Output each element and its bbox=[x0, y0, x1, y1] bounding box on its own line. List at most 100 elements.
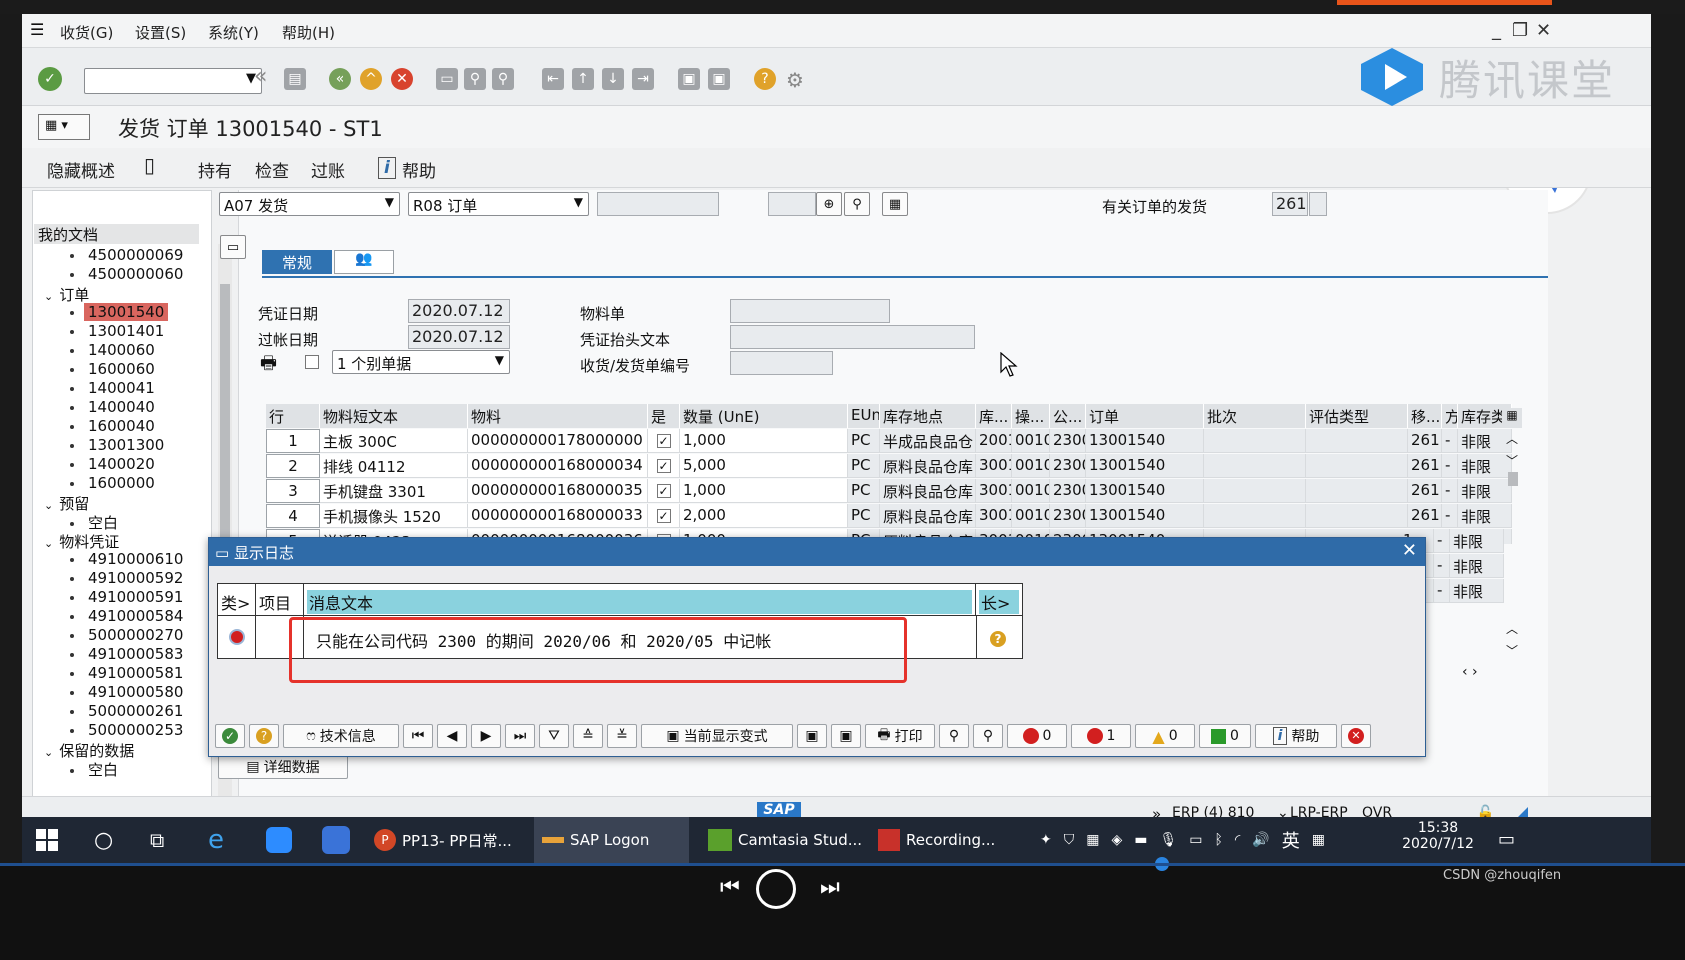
grid-cell[interactable]: 2300 bbox=[1050, 429, 1086, 453]
tree-item-1400060[interactable]: 1400060 bbox=[70, 341, 159, 359]
taskbar-recording[interactable]: Recording... bbox=[878, 817, 995, 863]
volume-icon[interactable]: 🔊 bbox=[1252, 832, 1269, 848]
tree-folder-orders[interactable]: ⌄ 订单 bbox=[44, 284, 89, 305]
row-selector[interactable]: 2 bbox=[266, 454, 320, 478]
grid-header[interactable]: 物料 bbox=[468, 404, 648, 428]
find-icon[interactable]: ⚲ bbox=[939, 724, 969, 748]
close-window-icon[interactable]: ✕ bbox=[1536, 20, 1551, 41]
grid-cell[interactable]: 0010 bbox=[1012, 429, 1050, 453]
task-view-icon[interactable]: ⧉ bbox=[150, 817, 164, 863]
grid-cell[interactable] bbox=[1204, 504, 1306, 528]
gear-icon[interactable]: ⚙ bbox=[786, 68, 804, 92]
col-type[interactable]: 类> bbox=[218, 584, 256, 616]
taskbar-camtasia[interactable]: Camtasia Stud... bbox=[708, 817, 862, 863]
minimize-icon[interactable]: _ bbox=[1492, 20, 1501, 41]
print-icon[interactable]: ▭ bbox=[436, 68, 458, 90]
grid-cell[interactable]: - bbox=[1442, 429, 1458, 453]
tab-general[interactable]: 常规 bbox=[262, 250, 332, 274]
command-field[interactable]: ▼ bbox=[84, 68, 262, 94]
first-icon[interactable]: ⏮ bbox=[403, 724, 433, 748]
next-icon[interactable]: ▶ bbox=[471, 724, 501, 748]
tree-item-4910000610[interactable]: 4910000610 bbox=[70, 550, 187, 568]
grid-cell[interactable] bbox=[1306, 454, 1408, 478]
grid-cell[interactable]: 非限 bbox=[1450, 554, 1504, 578]
tree-item-5000000270[interactable]: 5000000270 bbox=[70, 626, 187, 644]
row-selector[interactable]: 1 bbox=[266, 429, 320, 453]
first-page-icon[interactable]: ⇤ bbox=[542, 68, 564, 90]
row-selector[interactable]: 4 bbox=[266, 504, 320, 528]
grid-cell[interactable]: 主板 300C bbox=[320, 429, 468, 453]
long-text-cell[interactable]: ? bbox=[990, 629, 1006, 647]
notification-icon[interactable]: ▭ bbox=[1498, 829, 1515, 850]
menu-goods-receipt[interactable]: 收货(G) bbox=[60, 22, 113, 43]
menu-settings[interactable]: 设置(S) bbox=[135, 22, 186, 43]
bluetooth-icon[interactable]: ᛒ bbox=[1215, 832, 1223, 848]
clock[interactable]: 15:38 2020/7/12 bbox=[1398, 820, 1478, 852]
grid-cell[interactable]: PC bbox=[848, 504, 880, 528]
tab-partner[interactable]: 👥 bbox=[334, 250, 394, 274]
grid-header[interactable]: 物料短文本 bbox=[320, 404, 468, 428]
tree-folder-material-docs[interactable]: ⌄ 物料凭证 bbox=[44, 531, 119, 552]
grid-cell[interactable]: 261 bbox=[1408, 429, 1442, 453]
grid-cell[interactable]: 0010 bbox=[1012, 504, 1050, 528]
tree-item-4910000591[interactable]: 4910000591 bbox=[70, 588, 187, 606]
grid-cell[interactable]: 13001540 bbox=[1086, 429, 1204, 453]
posted-checkbox[interactable]: ✓ bbox=[656, 484, 671, 498]
binoculars-icon[interactable]: ⚲ bbox=[844, 192, 870, 216]
scroll-down-icon[interactable]: ﹀ bbox=[1506, 452, 1518, 469]
tree-item-1600040[interactable]: 1600040 bbox=[70, 417, 159, 435]
grid-cell[interactable]: 原料良品仓库 bbox=[880, 479, 976, 503]
new-document-icon[interactable]: ▯ bbox=[144, 153, 155, 177]
grid-cell[interactable]: 手机键盘 3301 bbox=[320, 479, 468, 503]
col-item[interactable]: 项目 bbox=[256, 584, 304, 616]
grid-header[interactable]: 库... bbox=[976, 404, 1012, 428]
menu-system[interactable]: 系统(Y) bbox=[208, 22, 259, 43]
grid-cell[interactable]: 261 bbox=[1408, 504, 1442, 528]
play-button[interactable] bbox=[756, 869, 796, 909]
skip-forward-icon[interactable]: ⏭ bbox=[820, 875, 840, 900]
grid-cell[interactable]: 000000000168000034 bbox=[468, 454, 648, 478]
tree-item-4910000584[interactable]: 4910000584 bbox=[70, 607, 187, 625]
page-up-icon[interactable]: ︿ bbox=[1506, 620, 1518, 637]
exit-icon[interactable]: ^ bbox=[360, 68, 382, 90]
grid-cell[interactable]: PC bbox=[848, 454, 880, 478]
taskbar-sap-logon[interactable]: SAP Logon bbox=[534, 817, 689, 863]
screen-menu-button[interactable]: ▦ ▾ bbox=[38, 114, 90, 140]
back-icon[interactable]: « bbox=[329, 68, 351, 90]
print-checkbox[interactable] bbox=[305, 355, 319, 369]
tree-item-5000000253[interactable]: 5000000253 bbox=[70, 721, 187, 739]
info-icon[interactable]: i bbox=[378, 157, 396, 179]
scroll-up-icon[interactable]: ︿ bbox=[1506, 430, 1518, 447]
help-button[interactable]: 帮助 bbox=[402, 157, 436, 182]
last-icon[interactable]: ⏭ bbox=[505, 724, 535, 748]
grid-header[interactable]: 库存地点 bbox=[880, 404, 976, 428]
grid-cell[interactable]: 原料良品仓库 bbox=[880, 504, 976, 528]
grid-cell[interactable]: 261 bbox=[1408, 454, 1442, 478]
confirm-button[interactable]: ✓ bbox=[215, 724, 245, 748]
grid-cell[interactable] bbox=[1306, 504, 1408, 528]
grid-cell[interactable]: 2300 bbox=[1050, 454, 1086, 478]
help-icon[interactable]: ? bbox=[754, 68, 776, 90]
grid-cell[interactable]: 原料良品仓库 bbox=[880, 454, 976, 478]
grid-header[interactable]: 订单 bbox=[1086, 404, 1204, 428]
grid-cell[interactable]: 2001 bbox=[976, 429, 1012, 453]
next-page-icon[interactable]: ↓ bbox=[602, 68, 624, 90]
grid-cell[interactable]: 261 bbox=[1408, 479, 1442, 503]
tray-grid-icon[interactable]: ▦ bbox=[1086, 832, 1099, 848]
grid-header[interactable]: 批次 bbox=[1204, 404, 1306, 428]
input-language[interactable]: 英 bbox=[1282, 827, 1300, 853]
grid-cell[interactable]: 排线 04112 bbox=[320, 454, 468, 478]
order-number-field[interactable] bbox=[597, 192, 719, 216]
new-session-icon[interactable]: ▣ bbox=[678, 68, 700, 90]
detail-data-button[interactable]: ▤ 详细数据 bbox=[218, 755, 348, 779]
grid-cell[interactable]: 2,000 bbox=[680, 504, 848, 528]
help-question-button[interactable]: ? bbox=[249, 724, 279, 748]
tech-info-button[interactable]: ෆ 技术信息 bbox=[283, 724, 399, 748]
bird-app-icon[interactable] bbox=[322, 817, 350, 863]
grid-cell[interactable]: 非限 bbox=[1458, 479, 1512, 503]
grid-cell[interactable] bbox=[1306, 479, 1408, 503]
sort-ascending-icon[interactable]: ≙ bbox=[573, 724, 603, 748]
doc-date-field[interactable]: 2020.07.12 bbox=[408, 299, 510, 323]
grid-cell[interactable]: 13001540 bbox=[1086, 504, 1204, 528]
posted-checkbox[interactable]: ✓ bbox=[656, 434, 671, 448]
